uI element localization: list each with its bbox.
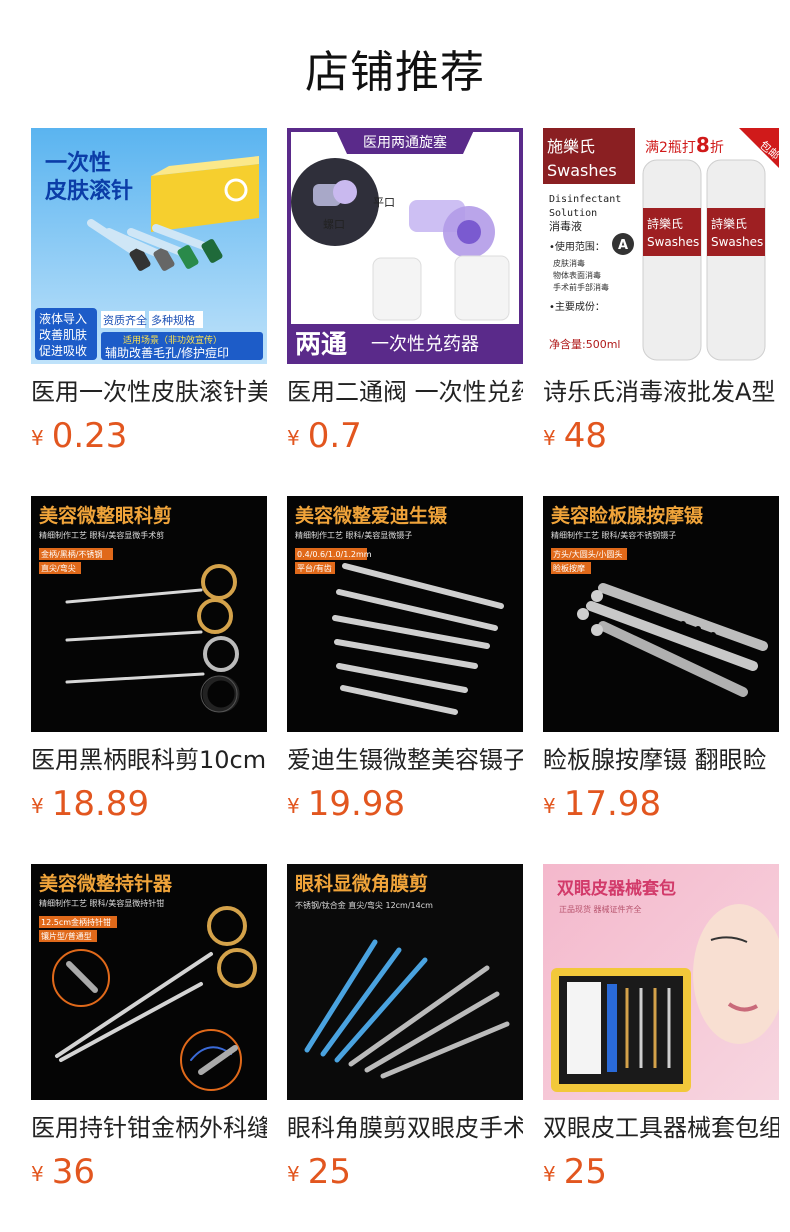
svg-text:施樂氏: 施樂氏 — [547, 137, 595, 156]
svg-text:多种规格: 多种规格 — [151, 313, 195, 327]
product-price: ¥0.23 — [31, 416, 128, 456]
svg-text:精细制作工艺 眼科/美容显微持针钳: 精细制作工艺 眼科/美容显微持针钳 — [39, 898, 164, 908]
svg-text:精细制作工艺 眼科/美容不锈钢镊子: 精细制作工艺 眼科/美容不锈钢镊子 — [551, 530, 676, 540]
svg-text:两通: 两通 — [295, 330, 347, 360]
product-price: ¥17.98 — [543, 784, 662, 824]
svg-text:一次性兑药器: 一次性兑药器 — [371, 334, 479, 355]
svg-text:Disinfectant: Disinfectant — [549, 194, 621, 205]
product-price: ¥48 — [543, 416, 607, 456]
product-name[interactable]: 眼科角膜剪双眼皮手术 — [287, 1112, 523, 1144]
svg-text:Swashes: Swashes — [647, 235, 699, 249]
product-name[interactable]: 医用二通阀 一次性兑药器 — [287, 376, 523, 408]
product-image[interactable]: 眼科显微角膜剪 不锈钢/钛合金 直尖/弯尖 12cm/14cm — [287, 864, 523, 1100]
product-price: ¥36 — [31, 1152, 95, 1192]
svg-text:不锈钢/钛合金 直尖/弯尖 12cm/14cm: 不锈钢/钛合金 直尖/弯尖 12cm/14cm — [295, 900, 433, 910]
svg-text:正品现货 器械证件齐全: 正品现货 器械证件齐全 — [559, 904, 642, 914]
svg-text:直尖/弯尖: 直尖/弯尖 — [41, 563, 76, 573]
svg-text:辅助改善毛孔/修护痘印: 辅助改善毛孔/修护痘印 — [105, 345, 229, 360]
svg-text:皮肤消毒: 皮肤消毒 — [553, 258, 585, 268]
product-name[interactable]: 医用黑柄眼科剪10cm — [31, 744, 267, 776]
product-image[interactable]: 美容睑板腺按摩镊 精细制作工艺 眼科/美容不锈钢镊子 方头/大圆头/小圆头 睑板… — [543, 496, 779, 732]
svg-text:适用场景（非功效宣传）: 适用场景（非功效宣传） — [123, 334, 222, 346]
svg-text:双眼皮器械套包: 双眼皮器械套包 — [557, 878, 676, 899]
svg-text:12.5cm金柄持针钳: 12.5cm金柄持针钳 — [41, 917, 111, 927]
product-image[interactable]: 美容微整眼科剪 精细制作工艺 眼科/美容显微手术剪 金柄/黑柄/不锈钢 直尖/弯… — [31, 496, 267, 732]
page-title: 店铺推荐 — [305, 47, 485, 98]
svg-text:0.4/0.6/1.0/1.2mm: 0.4/0.6/1.0/1.2mm — [297, 550, 372, 559]
svg-text:Solution: Solution — [549, 208, 597, 219]
product-price: ¥25 — [287, 1152, 351, 1192]
svg-text:Swashes: Swashes — [711, 235, 763, 249]
svg-text:资质齐全: 资质齐全 — [103, 313, 147, 327]
svg-text:精细制作工艺 眼科/美容显微手术剪: 精细制作工艺 眼科/美容显微手术剪 — [39, 530, 164, 540]
product-name[interactable]: 睑板腺按摩镊 翻眼睑 — [543, 744, 779, 776]
svg-text:Swashes: Swashes — [547, 161, 617, 180]
svg-text:美容微整持针器: 美容微整持针器 — [39, 872, 173, 895]
product-price: ¥25 — [543, 1152, 607, 1192]
product-name[interactable]: 医用一次性皮肤滚针美容微针 — [31, 376, 267, 408]
product-image[interactable]: 双眼皮器械套包 正品现货 器械证件齐全 — [543, 864, 779, 1100]
product-name[interactable]: 爱迪生镊微整美容镊子 — [287, 744, 523, 776]
svg-text:手术前手部消毒: 手术前手部消毒 — [553, 282, 609, 292]
svg-text:平口: 平口 — [373, 196, 395, 209]
svg-text:消毒液: 消毒液 — [549, 219, 582, 233]
product-price: ¥18.89 — [31, 784, 150, 824]
svg-text:A: A — [618, 238, 628, 253]
svg-text:美容微整爱迪生镊: 美容微整爱迪生镊 — [295, 504, 448, 527]
svg-text:•主要成份：: •主要成份： — [549, 301, 605, 313]
svg-text:詩樂氏: 詩樂氏 — [711, 216, 747, 231]
svg-text:詩樂氏: 詩樂氏 — [647, 216, 683, 231]
product-image[interactable]: 医用两通旋塞 平口 螺口 两通 一次性兑药器 — [287, 128, 523, 364]
product-name[interactable]: 医用持针钳金柄外科缝合 — [31, 1112, 267, 1144]
product-image[interactable]: 美容微整持针器 精细制作工艺 眼科/美容显微持针钳 12.5cm金柄持针钳 镶片… — [31, 864, 267, 1100]
product-name[interactable]: 双眼皮工具器械套包组合 — [543, 1112, 779, 1144]
svg-text:平台/有齿: 平台/有齿 — [297, 563, 332, 573]
svg-text:睑板按摩: 睑板按摩 — [553, 563, 585, 573]
svg-text:螺口: 螺口 — [323, 218, 345, 231]
svg-text:美容微整眼科剪: 美容微整眼科剪 — [39, 504, 172, 527]
svg-text:美容睑板腺按摩镊: 美容睑板腺按摩镊 — [551, 504, 704, 527]
svg-text:液体导入: 液体导入 — [39, 311, 87, 326]
product-image[interactable]: 施樂氏 Swashes 满2瓶打8折 包邮 Disinfectant Solut… — [543, 128, 779, 364]
svg-text:改善肌肤: 改善肌肤 — [39, 327, 87, 342]
product-name[interactable]: 诗乐氏消毒液批发A型 — [543, 376, 779, 408]
svg-text:促进吸收: 促进吸收 — [39, 344, 87, 358]
product-image[interactable]: 一次性 皮肤滚针 资质齐全 多种规格 液体导入 改善肌肤 促进吸收 适用场景（非… — [31, 128, 267, 364]
product-image[interactable]: 美容微整爱迪生镊 精细制作工艺 眼科/美容显微镊子 0.4/0.6/1.0/1.… — [287, 496, 523, 732]
svg-text:•使用范围：: •使用范围： — [549, 240, 605, 253]
product-price: ¥0.7 — [287, 416, 362, 456]
svg-text:物体表面消毒: 物体表面消毒 — [553, 270, 601, 280]
svg-text:方头/大圆头/小圆头: 方头/大圆头/小圆头 — [553, 549, 622, 559]
svg-text:眼科显微角膜剪: 眼科显微角膜剪 — [295, 872, 428, 895]
svg-text:皮肤滚针: 皮肤滚针 — [45, 178, 133, 204]
svg-text:一次性: 一次性 — [45, 150, 111, 176]
product-price: ¥19.98 — [287, 784, 406, 824]
svg-text:医用两通旋塞: 医用两通旋塞 — [363, 134, 447, 151]
svg-text:金柄/黑柄/不锈钢: 金柄/黑柄/不锈钢 — [41, 549, 102, 559]
svg-text:净含量:500ml: 净含量:500ml — [549, 337, 620, 351]
svg-text:精细制作工艺 眼科/美容显微镊子: 精细制作工艺 眼科/美容显微镊子 — [295, 530, 412, 540]
svg-text:镶片型/普通型: 镶片型/普通型 — [41, 931, 92, 941]
